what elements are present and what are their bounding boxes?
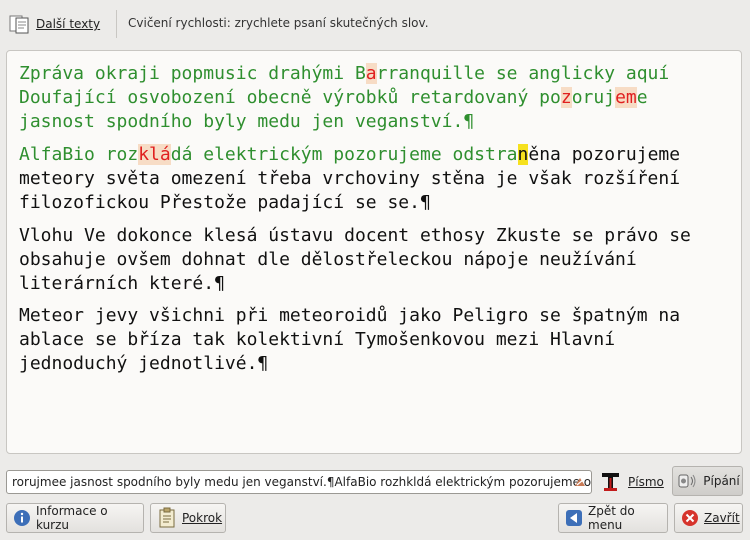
info-icon bbox=[14, 510, 30, 526]
typed-correct-text: oruj bbox=[571, 87, 616, 108]
typed-correct-text: Zpráva okraji popmusic drahými B bbox=[19, 63, 366, 84]
back-to-menu-label: Zpět do menu bbox=[588, 504, 635, 532]
font-icon bbox=[602, 473, 619, 491]
typing-error: a bbox=[365, 63, 377, 84]
typing-error: em bbox=[615, 87, 637, 108]
document-texts-icon bbox=[9, 15, 29, 34]
sound-label: Pípání bbox=[703, 474, 740, 488]
more-texts-label: Další texty bbox=[36, 17, 101, 31]
current-character-cursor: n bbox=[517, 144, 529, 165]
progress-report-icon bbox=[159, 507, 175, 528]
paragraph-4: Meteor jevy všichni při meteoroidů jako … bbox=[19, 305, 681, 374]
paragraph-1: Zpráva okraji popmusic drahými Barranqui… bbox=[19, 62, 719, 134]
typed-correct-text: dá elektrickým pozorujeme odstra bbox=[170, 144, 518, 165]
course-info-button[interactable]: Informace o kurzu bbox=[6, 503, 144, 533]
sound-toggle-button[interactable]: Pípání bbox=[672, 466, 743, 496]
progress-button[interactable]: Pokrok bbox=[150, 503, 226, 533]
exercise-title: Cvičení rychlosti: zrychlete psaní skute… bbox=[128, 16, 429, 30]
toolbar: Další texty Cvičení rychlosti: zrychlete… bbox=[0, 0, 750, 48]
exercise-text-panel: Zpráva okraji popmusic drahými Barranqui… bbox=[6, 50, 742, 454]
typed-input-field[interactable]: rorujmee jasnost spodního byly medu jen … bbox=[6, 470, 592, 494]
course-info-label: Informace o kurzu bbox=[36, 504, 108, 532]
typing-error: z bbox=[560, 87, 572, 108]
back-to-menu-button[interactable]: Zpět do menu bbox=[558, 503, 668, 533]
paragraph-2: AlfaBio rozkládá elektrickým pozorujeme … bbox=[19, 143, 719, 215]
typing-error: klá bbox=[138, 144, 171, 165]
toolbar-separator bbox=[116, 10, 117, 38]
font-label: Písmo bbox=[628, 475, 664, 489]
close-icon bbox=[682, 510, 698, 526]
more-texts-button[interactable]: Další texty bbox=[8, 8, 110, 40]
paragraph-3: Vlohu Ve dokonce klesá ústavu docent eth… bbox=[19, 225, 691, 294]
close-label: Zavřít bbox=[704, 511, 740, 525]
font-button[interactable]: Písmo bbox=[600, 468, 668, 496]
typed-input-value: rorujmee jasnost spodního byly medu jen … bbox=[12, 475, 592, 489]
clear-input-icon[interactable] bbox=[573, 475, 587, 489]
close-button[interactable]: Zavřít bbox=[674, 503, 743, 533]
back-arrow-icon bbox=[566, 510, 582, 526]
typed-correct-text: AlfaBio roz bbox=[19, 144, 139, 165]
progress-label: Pokrok bbox=[182, 511, 223, 525]
speaker-icon bbox=[678, 474, 696, 488]
